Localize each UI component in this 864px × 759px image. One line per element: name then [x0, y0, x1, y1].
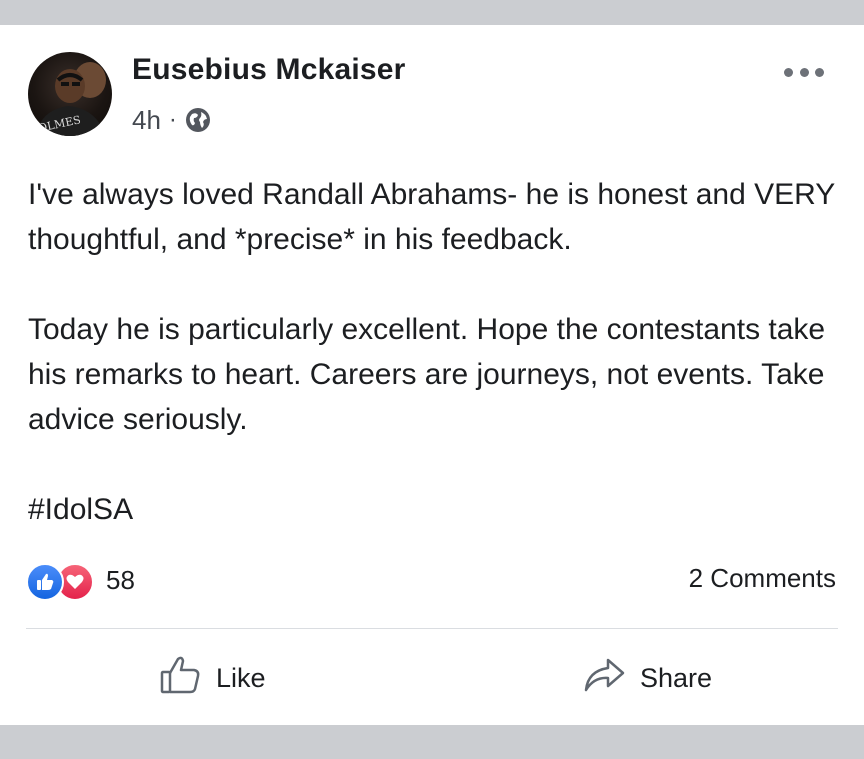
- more-dot: [784, 67, 793, 77]
- post-card: OLMES Eusebius Mckaiser 4h · I've always…: [0, 25, 864, 725]
- post-time[interactable]: 4h: [132, 105, 161, 136]
- meta-separator: ·: [168, 106, 177, 133]
- like-label: Like: [216, 662, 266, 693]
- share-button[interactable]: Share: [582, 653, 712, 703]
- more-dot: [815, 67, 824, 77]
- like-button[interactable]: Like: [158, 653, 266, 703]
- post-meta: 4h ·: [132, 105, 211, 135]
- reactions-summary[interactable]: 58: [26, 560, 135, 601]
- more-dot: [799, 67, 809, 77]
- hashtag-link[interactable]: #IdolSA: [28, 487, 848, 532]
- more-options-button[interactable]: [784, 65, 824, 79]
- globe-icon: [185, 107, 211, 133]
- share-arrow-icon: [582, 653, 626, 704]
- thumbs-up-icon: [158, 653, 202, 704]
- avatar[interactable]: OLMES: [28, 52, 112, 136]
- author-name[interactable]: Eusebius Mckaiser: [132, 53, 406, 87]
- post-paragraph: Today he is particularly excellent. Hope…: [28, 313, 826, 436]
- divider: [26, 628, 838, 629]
- post-body: I've always loved Randall Abrahams- he i…: [28, 172, 848, 532]
- like-reaction-icon: [26, 563, 64, 601]
- comments-count-link[interactable]: 2 Comments: [689, 563, 836, 594]
- reaction-icons: [26, 561, 98, 601]
- reaction-count: 58: [106, 564, 135, 595]
- post-paragraph: I've always loved Randall Abrahams- he i…: [28, 178, 835, 256]
- share-label: Share: [640, 662, 713, 693]
